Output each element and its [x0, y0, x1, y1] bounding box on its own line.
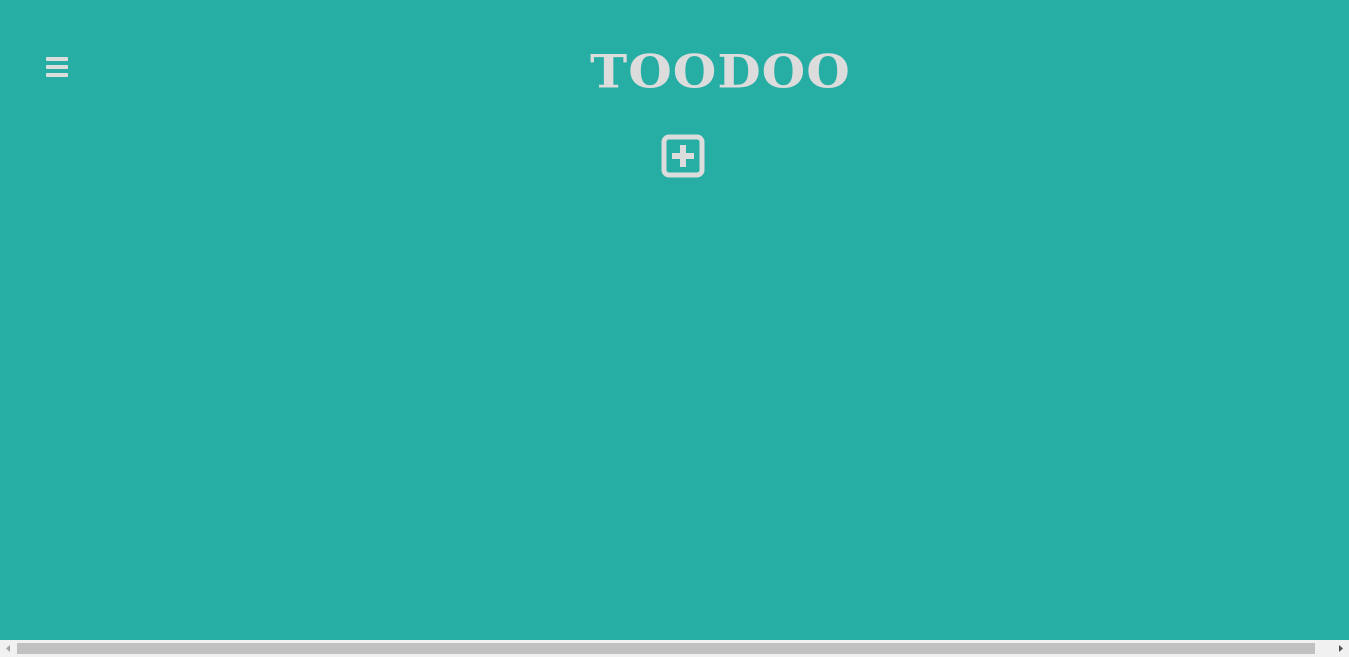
plus-square-icon: [661, 134, 705, 178]
app-container: TOODOO: [0, 0, 1349, 640]
scroll-right-arrow-icon: [1332, 640, 1349, 657]
hamburger-menu-icon: [44, 54, 70, 80]
scrollbar-thumb[interactable]: [17, 643, 1315, 654]
app-title: TOODOO: [590, 44, 851, 99]
add-todo-button[interactable]: [661, 134, 705, 178]
scroll-right-button[interactable]: [1332, 640, 1349, 657]
menu-button[interactable]: [44, 54, 70, 80]
horizontal-scrollbar[interactable]: [0, 640, 1349, 657]
scroll-left-button[interactable]: [0, 640, 17, 657]
scroll-left-arrow-icon: [0, 640, 17, 657]
